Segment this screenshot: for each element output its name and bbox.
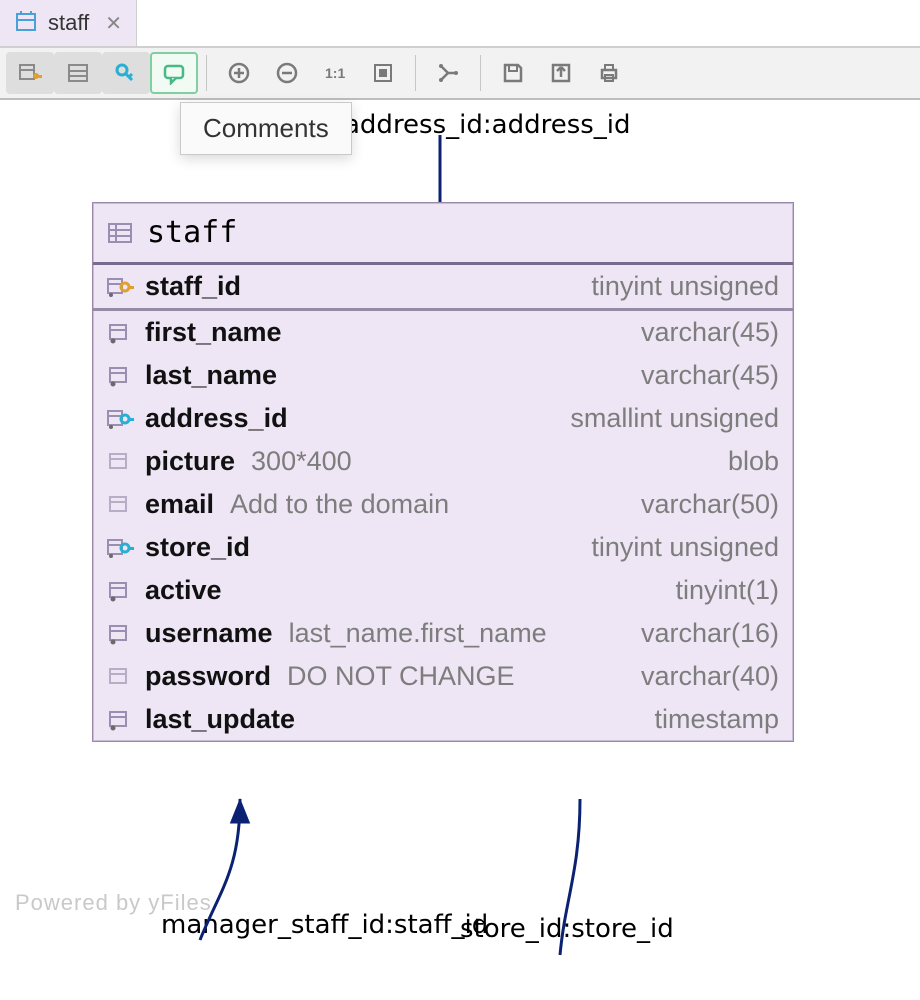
column-type: tinyint(1)	[675, 575, 779, 606]
column-name: store_id	[145, 532, 250, 563]
save-icon	[501, 61, 525, 85]
tooltip-comments: Comments	[180, 102, 352, 155]
column-type: varchar(50)	[641, 489, 779, 520]
column-name: staff_id	[145, 271, 241, 302]
tab-strip: staff ✕	[0, 0, 920, 48]
table-key-icon	[18, 61, 42, 85]
print-icon	[597, 61, 621, 85]
toolbar	[0, 48, 920, 100]
toolbar-btn-print[interactable]	[585, 52, 633, 94]
diagram-canvas[interactable]: address_id:address_id manager_staff_id:s…	[0, 100, 920, 988]
key-icon	[114, 61, 138, 85]
toolbar-btn-comments[interactable]	[150, 52, 198, 94]
comment-icon	[162, 61, 186, 85]
column-type: varchar(40)	[641, 661, 779, 692]
column-icon	[107, 708, 135, 732]
pk-icon	[107, 275, 135, 299]
column-name: address_id	[145, 403, 288, 434]
column-pk[interactable]: staff_id tinyint unsigned	[93, 265, 793, 308]
export-icon	[549, 61, 573, 85]
toolbar-btn-fit[interactable]	[359, 52, 407, 94]
entity-header[interactable]: staff	[93, 203, 793, 265]
column-comment: last_name.first_name	[289, 618, 547, 649]
column-row[interactable]: first_name varchar(45)	[93, 311, 793, 354]
column-type: tinyint unsigned	[591, 271, 779, 302]
plus-circle-icon	[227, 61, 251, 85]
table-icon	[66, 61, 90, 85]
column-icon	[107, 622, 135, 646]
column-row[interactable]: email Add to the domain varchar(50)	[93, 483, 793, 526]
diagram-icon	[14, 11, 38, 35]
relation-label-bottom-right: store_id:store_id	[460, 914, 674, 944]
toolbar-separator	[206, 55, 207, 91]
column-icon	[107, 579, 135, 603]
column-type: blob	[728, 446, 779, 477]
column-row[interactable]: address_id smallint unsigned	[93, 397, 793, 440]
toolbar-btn-layout[interactable]	[424, 52, 472, 94]
column-name: first_name	[145, 317, 282, 348]
column-row[interactable]: picture 300*400 blob	[93, 440, 793, 483]
toolbar-btn-save[interactable]	[489, 52, 537, 94]
toolbar-separator	[480, 55, 481, 91]
fit-icon	[371, 61, 395, 85]
column-icon	[107, 536, 135, 560]
column-row[interactable]: store_id tinyint unsigned	[93, 526, 793, 569]
toolbar-btn-details[interactable]	[6, 52, 54, 94]
column-row[interactable]: last_update timestamp	[93, 698, 793, 741]
column-type: tinyint unsigned	[591, 532, 779, 563]
toolbar-btn-zoom-in[interactable]	[215, 52, 263, 94]
minus-circle-icon	[275, 61, 299, 85]
entity-staff[interactable]: staff staff_id tinyint unsigned first_na…	[92, 202, 794, 742]
column-type: varchar(45)	[641, 360, 779, 391]
column-name: email	[145, 489, 214, 520]
column-comment: Add to the domain	[230, 489, 449, 520]
column-icon	[107, 321, 135, 345]
column-icon	[107, 450, 135, 474]
column-type: varchar(45)	[641, 317, 779, 348]
toolbar-btn-zoom-11[interactable]	[311, 52, 359, 94]
column-icon	[107, 407, 135, 431]
column-name: picture	[145, 446, 235, 477]
toolbar-btn-table[interactable]	[54, 52, 102, 94]
column-type: smallint unsigned	[570, 403, 779, 434]
column-icon	[107, 364, 135, 388]
column-type: timestamp	[654, 704, 779, 735]
toolbar-btn-zoom-out[interactable]	[263, 52, 311, 94]
tab-label: staff	[48, 10, 89, 36]
column-comment: 300*400	[251, 446, 352, 477]
tab-staff[interactable]: staff ✕	[0, 0, 137, 46]
column-name: last_update	[145, 704, 295, 735]
tab-close-button[interactable]: ✕	[99, 11, 122, 36]
column-name: password	[145, 661, 271, 692]
merge-icon	[436, 61, 460, 85]
toolbar-btn-export[interactable]	[537, 52, 585, 94]
column-icon	[107, 665, 135, 689]
toolbar-btn-key[interactable]	[102, 52, 150, 94]
column-name: last_name	[145, 360, 277, 391]
column-row[interactable]: password DO NOT CHANGE varchar(40)	[93, 655, 793, 698]
toolbar-separator	[415, 55, 416, 91]
column-row[interactable]: active tinyint(1)	[93, 569, 793, 612]
relation-label-top: address_id:address_id	[344, 110, 631, 140]
column-type: varchar(16)	[641, 618, 779, 649]
column-icon	[107, 493, 135, 517]
watermark: Powered by yFiles	[15, 890, 212, 916]
column-row[interactable]: last_name varchar(45)	[93, 354, 793, 397]
table-header-icon	[107, 222, 133, 244]
one-to-one-icon	[323, 61, 347, 85]
column-name: username	[145, 618, 273, 649]
column-row[interactable]: username last_name.first_name varchar(16)	[93, 612, 793, 655]
entity-name: staff	[147, 215, 237, 250]
column-comment: DO NOT CHANGE	[287, 661, 515, 692]
column-name: active	[145, 575, 222, 606]
